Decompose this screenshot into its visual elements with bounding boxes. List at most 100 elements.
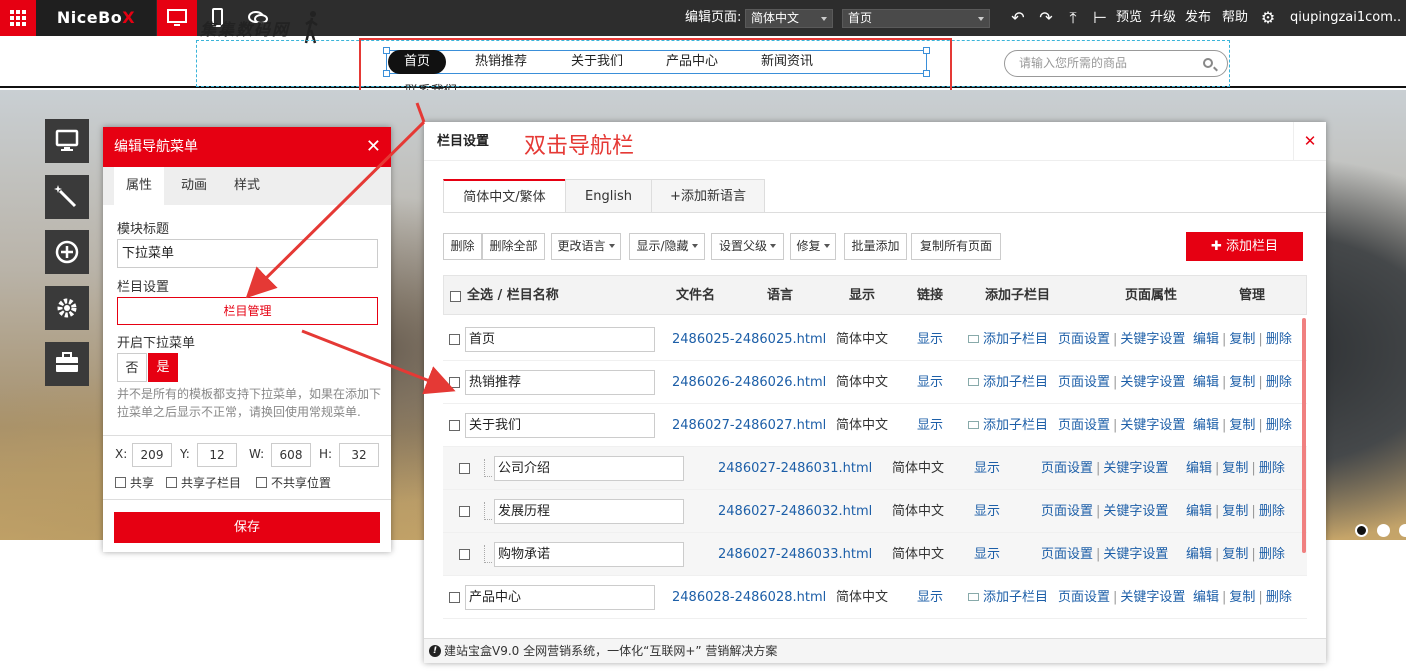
keyword-settings-link[interactable]: 关键字设置 <box>1103 461 1168 476</box>
delete-all-button[interactable]: 删除全部 <box>482 233 545 260</box>
page-select[interactable]: 首页 <box>842 9 990 28</box>
copy-link[interactable]: 复制 <box>1229 332 1255 347</box>
tab-animation[interactable]: 动画 <box>169 167 219 205</box>
delete-link[interactable]: 删除 <box>1259 547 1285 562</box>
settings-tool-button[interactable] <box>45 286 89 330</box>
copy-link[interactable]: 复制 <box>1222 461 1248 476</box>
gear-icon[interactable]: ⚙ <box>1258 8 1278 28</box>
copy-link[interactable]: 复制 <box>1229 375 1255 390</box>
tab-properties[interactable]: 属性 <box>114 167 164 205</box>
edit-link[interactable]: 编辑 <box>1186 461 1212 476</box>
no-share-position-checkbox[interactable]: 不共享位置 <box>256 474 331 491</box>
delete-button[interactable]: 删除 <box>443 233 482 260</box>
save-button[interactable]: 保存 <box>114 512 380 543</box>
tab-add-language[interactable]: +添加新语言 <box>651 179 765 213</box>
tab-style[interactable]: 样式 <box>222 167 272 205</box>
column-name-input[interactable]: 产品中心 <box>465 585 655 610</box>
user-account[interactable]: qiupingzai1com.. <box>1290 0 1401 36</box>
column-name-input[interactable]: 公司介绍 <box>494 456 684 481</box>
show-hide-dropdown[interactable]: 显示/隐藏 <box>629 233 705 260</box>
help-button[interactable]: 帮助 <box>1222 0 1248 36</box>
column-name-input[interactable]: 首页 <box>465 327 655 352</box>
module-title-input[interactable]: 下拉菜单 <box>117 239 378 268</box>
file-link[interactable]: 2486027-2486027.html <box>672 404 826 447</box>
show-toggle[interactable]: 显示 <box>917 318 943 361</box>
dropdown-on-button[interactable]: 是 <box>148 353 178 382</box>
edit-link[interactable]: 编辑 <box>1193 375 1219 390</box>
row-checkbox[interactable] <box>449 334 460 345</box>
copy-link[interactable]: 复制 <box>1229 590 1255 605</box>
page-settings-link[interactable]: 页面设置 <box>1058 332 1110 347</box>
page-settings-link[interactable]: 页面设置 <box>1058 590 1110 605</box>
row-checkbox[interactable] <box>449 420 460 431</box>
slider-dot[interactable] <box>1355 524 1368 537</box>
preview-button[interactable]: 预览 <box>1116 0 1142 36</box>
column-manage-button[interactable]: 栏目管理 <box>117 297 378 325</box>
row-checkbox[interactable] <box>449 377 460 388</box>
table-scrollbar[interactable] <box>1302 318 1306 553</box>
add-sub-column-link[interactable]: 添加子栏目 <box>968 404 1048 447</box>
align-icon[interactable]: ⤒ <box>1063 8 1083 28</box>
set-parent-dropdown[interactable]: 设置父级 <box>711 233 784 260</box>
show-toggle[interactable]: 显示 <box>974 533 1000 576</box>
edit-link[interactable]: 编辑 <box>1193 418 1219 433</box>
select-all-checkbox[interactable] <box>450 291 461 302</box>
tab-english[interactable]: English <box>565 179 652 213</box>
language-select[interactable]: 简体中文 <box>745 9 833 28</box>
add-sub-column-link[interactable]: 添加子栏目 <box>968 361 1048 404</box>
show-toggle[interactable]: 显示 <box>974 490 1000 533</box>
file-link[interactable]: 2486028-2486028.html <box>672 576 826 619</box>
file-link[interactable]: 2486025-2486025.html <box>672 318 826 361</box>
add-column-button[interactable]: ✚ 添加栏目 <box>1186 232 1303 261</box>
show-toggle[interactable]: 显示 <box>974 447 1000 490</box>
slider-dot[interactable] <box>1399 524 1406 537</box>
edit-link[interactable]: 编辑 <box>1186 504 1212 519</box>
page-settings-link[interactable]: 页面设置 <box>1041 461 1093 476</box>
share-sub-checkbox[interactable]: 共享子栏目 <box>166 474 241 491</box>
batch-add-button[interactable]: 批量添加 <box>844 233 907 260</box>
publish-button[interactable]: 发布 <box>1185 0 1211 36</box>
repair-dropdown[interactable]: 修复 <box>790 233 836 260</box>
add-tool-button[interactable] <box>45 230 89 274</box>
row-checkbox[interactable] <box>459 506 470 517</box>
tab-simplified-chinese[interactable]: 简体中文/繁体 <box>443 179 566 213</box>
delete-link[interactable]: 删除 <box>1259 461 1285 476</box>
keyword-settings-link[interactable]: 关键字设置 <box>1120 375 1185 390</box>
column-name-input[interactable]: 热销推荐 <box>465 370 655 395</box>
copy-link[interactable]: 复制 <box>1229 418 1255 433</box>
file-link[interactable]: 2486027-2486032.html <box>718 490 872 533</box>
keyword-settings-link[interactable]: 关键字设置 <box>1120 590 1185 605</box>
keyword-settings-link[interactable]: 关键字设置 <box>1103 547 1168 562</box>
change-language-dropdown[interactable]: 更改语言 <box>551 233 621 260</box>
keyword-settings-link[interactable]: 关键字设置 <box>1103 504 1168 519</box>
toolbox-tool-button[interactable] <box>45 342 89 386</box>
page-settings-link[interactable]: 页面设置 <box>1041 504 1093 519</box>
page-settings-link[interactable]: 页面设置 <box>1041 547 1093 562</box>
w-input[interactable]: 608 <box>271 443 311 467</box>
row-checkbox[interactable] <box>459 463 470 474</box>
show-toggle[interactable]: 显示 <box>917 361 943 404</box>
close-icon[interactable]: ✕ <box>1293 122 1326 161</box>
layer-icon[interactable]: ⊢ <box>1090 8 1110 28</box>
delete-link[interactable]: 删除 <box>1266 418 1292 433</box>
keyword-settings-link[interactable]: 关键字设置 <box>1120 332 1185 347</box>
copy-link[interactable]: 复制 <box>1222 504 1248 519</box>
redo-icon[interactable]: ↷ <box>1036 8 1056 28</box>
upgrade-button[interactable]: 升级 <box>1150 0 1176 36</box>
page-settings-link[interactable]: 页面设置 <box>1058 418 1110 433</box>
copy-link[interactable]: 复制 <box>1222 547 1248 562</box>
edit-link[interactable]: 编辑 <box>1186 547 1212 562</box>
app-grid-icon[interactable] <box>0 0 36 36</box>
row-checkbox[interactable] <box>449 592 460 603</box>
dropdown-off-button[interactable]: 否 <box>117 353 147 382</box>
add-sub-column-link[interactable]: 添加子栏目 <box>968 576 1048 619</box>
column-name-input[interactable]: 购物承诺 <box>494 542 684 567</box>
delete-link[interactable]: 删除 <box>1266 332 1292 347</box>
x-input[interactable]: 209 <box>132 443 172 467</box>
show-toggle[interactable]: 显示 <box>917 404 943 447</box>
slider-dot[interactable] <box>1377 524 1390 537</box>
file-link[interactable]: 2486026-2486026.html <box>672 361 826 404</box>
delete-link[interactable]: 删除 <box>1266 375 1292 390</box>
file-link[interactable]: 2486027-2486031.html <box>718 447 872 490</box>
keyword-settings-link[interactable]: 关键字设置 <box>1120 418 1185 433</box>
